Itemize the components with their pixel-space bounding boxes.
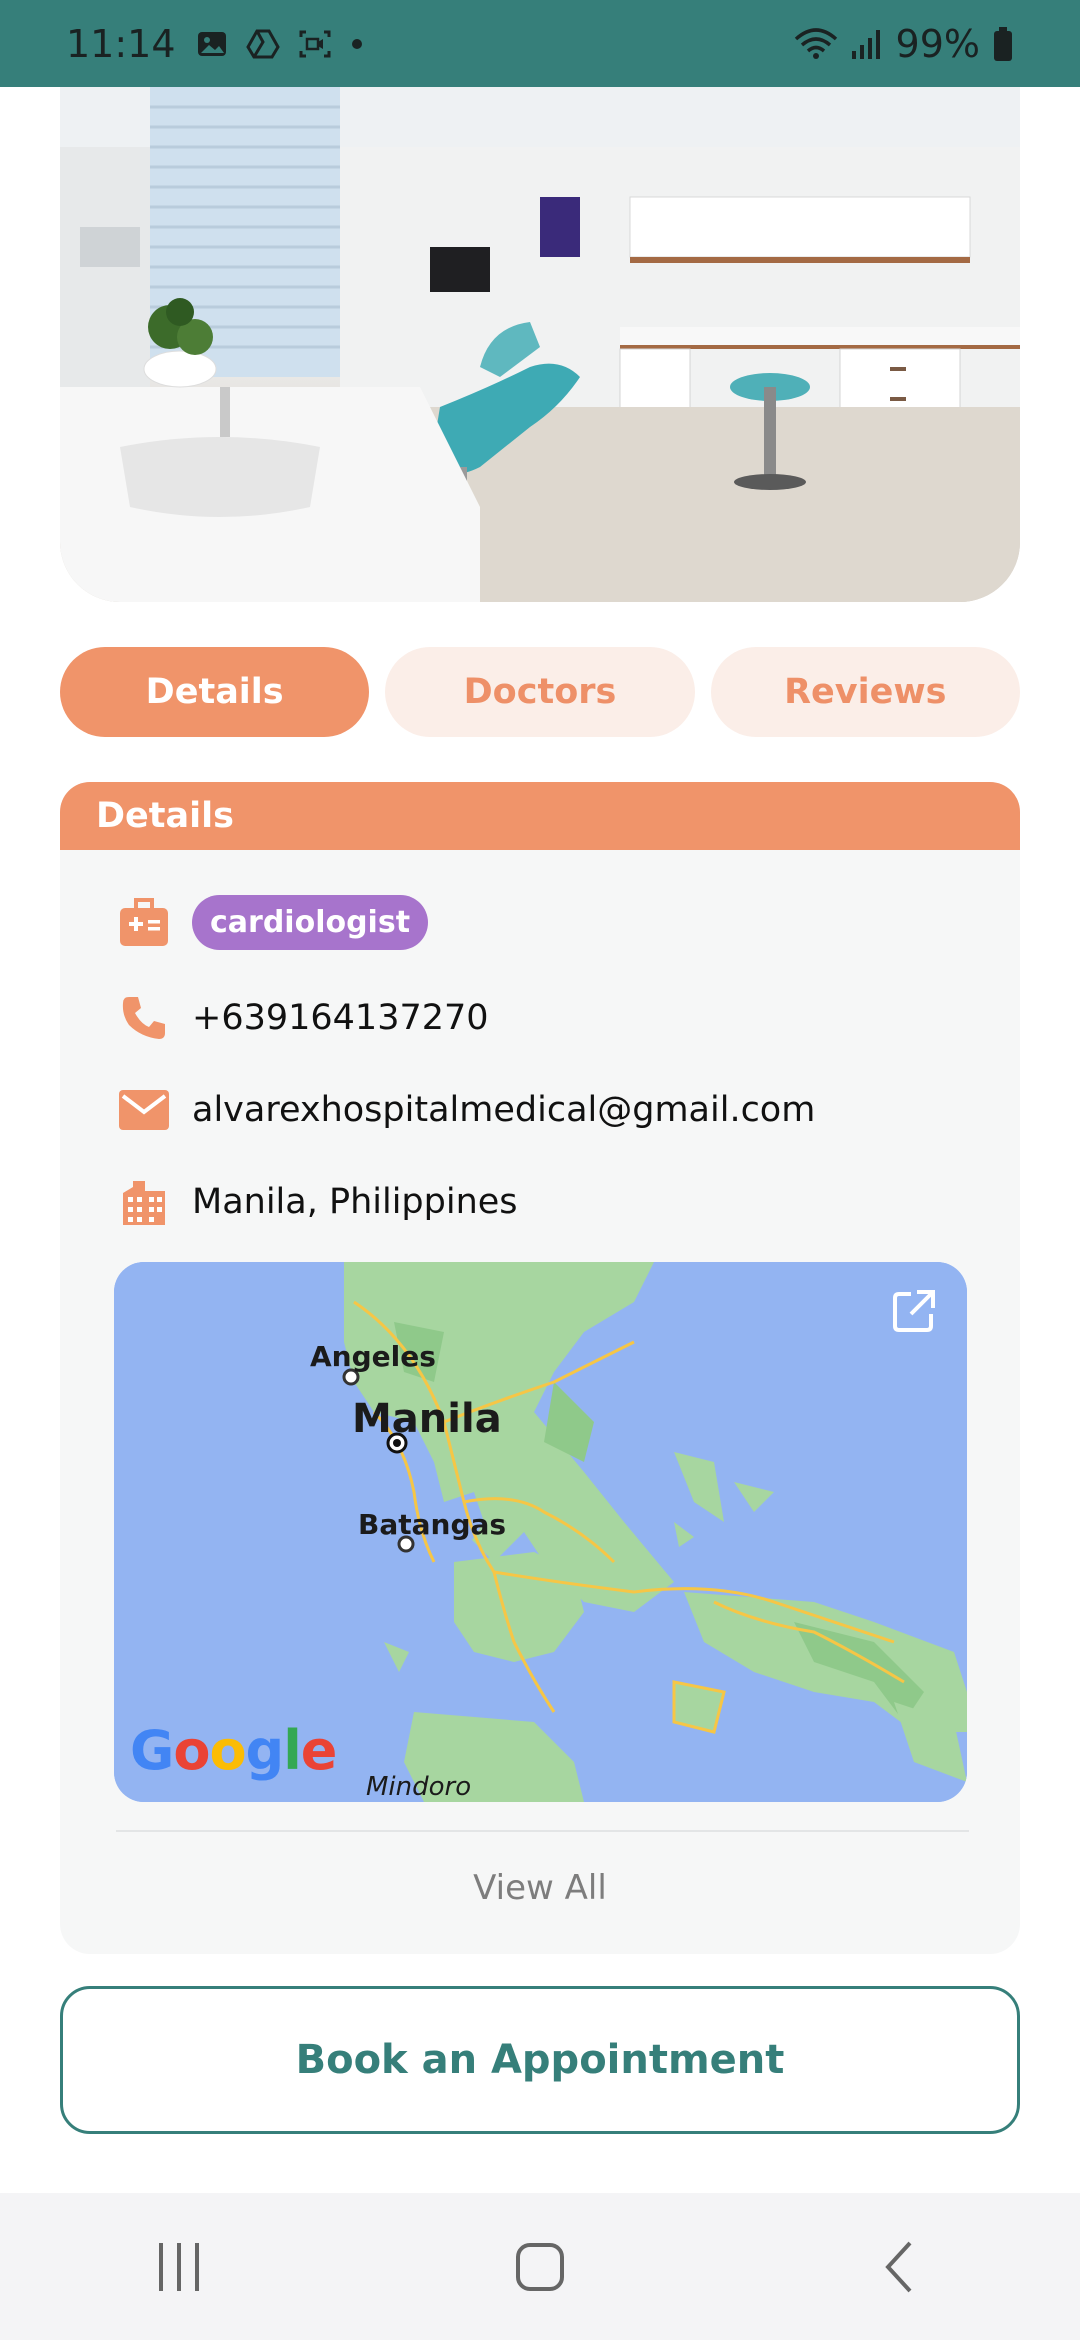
building-icon: [116, 1174, 172, 1230]
dot-icon: [350, 37, 364, 51]
map-label-manila: Manila: [352, 1396, 502, 1442]
specialty-row: cardiologist: [116, 894, 429, 950]
specialty-badge: cardiologist: [192, 894, 429, 950]
status-notification-icons: [196, 28, 364, 60]
tab-reviews[interactable]: Reviews: [710, 647, 1020, 737]
open-external-icon[interactable]: [891, 1288, 937, 1334]
map-label-angeles: Angeles: [310, 1340, 436, 1373]
view-all-link[interactable]: View All: [60, 1868, 1020, 1908]
signal-icon: [850, 27, 884, 61]
details-card: Details cardiologist +639164137270 alvar…: [60, 782, 1020, 1954]
email-address[interactable]: alvarexhospitalmedical@gmail.com: [192, 1090, 815, 1130]
map-label-mindoro: Mindoro: [366, 1772, 472, 1802]
hospital-photo: [60, 87, 1020, 602]
image-icon: [196, 28, 228, 60]
phone-number[interactable]: +639164137270: [192, 998, 489, 1038]
drive-icon: [245, 28, 280, 60]
email-row[interactable]: alvarexhospitalmedical@gmail.com: [116, 1082, 815, 1138]
back-icon[interactable]: [840, 2227, 960, 2307]
mail-icon: [116, 1082, 172, 1138]
status-system-icons: 99%: [794, 22, 1014, 66]
status-bar: 11:14 99%: [0, 0, 1080, 87]
details-card-title: Details: [60, 782, 1020, 850]
tab-details[interactable]: Details: [60, 647, 370, 737]
card-divider: [116, 1830, 969, 1832]
phone-row[interactable]: +639164137270: [116, 990, 489, 1046]
tab-bar: Details Doctors Reviews: [60, 647, 1020, 737]
book-appointment-button[interactable]: Book an Appointment: [60, 1986, 1020, 2134]
phone-icon: [116, 990, 172, 1046]
tab-doctors[interactable]: Doctors: [385, 647, 695, 737]
battery-icon: [992, 26, 1014, 62]
location-text: Manila, Philippines: [192, 1182, 518, 1222]
google-logo: Google: [130, 1719, 337, 1782]
recent-apps-icon[interactable]: [120, 2227, 240, 2307]
medical-bag-icon: [116, 894, 172, 950]
status-time: 11:14: [66, 21, 176, 66]
battery-percent: 99%: [895, 21, 980, 66]
map-label-batangas: Batangas: [358, 1508, 507, 1541]
wifi-icon: [794, 27, 838, 61]
screen-record-icon: [298, 28, 332, 60]
home-icon[interactable]: [480, 2227, 600, 2307]
location-map[interactable]: Angeles Manila Batangas Mindoro Google: [114, 1262, 967, 1802]
location-row: Manila, Philippines: [116, 1174, 518, 1230]
system-nav-bar: [0, 2193, 1080, 2340]
